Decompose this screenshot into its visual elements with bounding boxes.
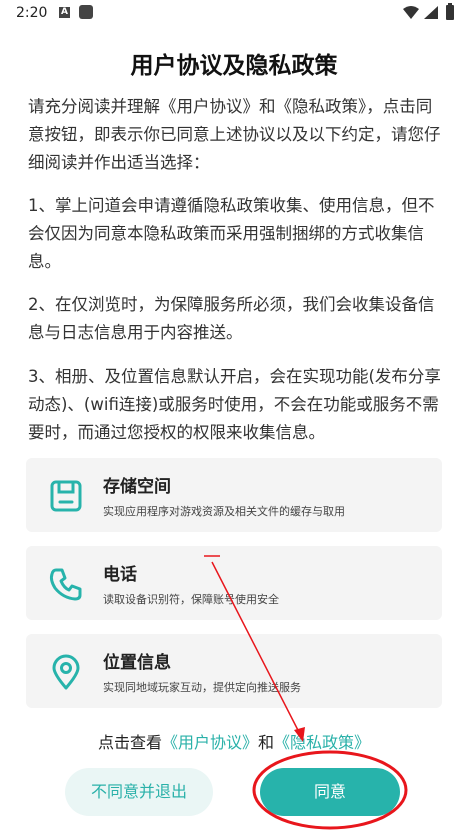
location-pin-icon bbox=[52, 654, 80, 690]
links-prefix: 点击查看 bbox=[97, 733, 162, 752]
agreement-paragraph-2: 2、在仅浏览时，为保障服务所必须，我们会收集设备信息与日志信息用于内容推送。 bbox=[28, 295, 435, 342]
permission-desc: 实现应用程序对游戏资源及相关文件的缓存与取用 bbox=[103, 505, 345, 518]
permission-title: 存储空间 bbox=[103, 477, 171, 497]
permission-title: 位置信息 bbox=[103, 653, 171, 673]
permission-desc: 读取设备识别符，保障账号使用安全 bbox=[103, 593, 279, 606]
dialog-title: 用户协议及隐私政策 bbox=[130, 53, 338, 79]
agreement-paragraph-3: 3、相册、及位置信息默认开启，会在实现功能(发布分享动态)、(wifi连接)或服… bbox=[28, 367, 441, 442]
permission-desc: 实现同地域玩家互动，提供定向推送服务 bbox=[103, 681, 301, 694]
permission-card-phone: 电话 读取设备识别符，保障账号使用安全 bbox=[26, 546, 442, 620]
phone-icon bbox=[49, 568, 82, 601]
permission-card-location: 位置信息 实现同地域玩家互动，提供定向推送服务 bbox=[26, 634, 442, 708]
agree-button[interactable]: 同意 bbox=[260, 768, 400, 816]
privacy-policy-link[interactable]: 《隐私政策》 bbox=[274, 733, 370, 752]
storage-icon bbox=[50, 480, 82, 512]
agreement-paragraph-intro: 请充分阅读并理解《用户协议》和《隐私政策》，点击同意按钮，即表示你已同意上述协议… bbox=[28, 97, 441, 172]
agreement-scroll-area[interactable]: 用户协议及隐私政策 请充分阅读并理解《用户协议》和《隐私政策》，点击同意按钮，即… bbox=[0, 0, 468, 442]
permission-card-storage: 存储空间 实现应用程序对游戏资源及相关文件的缓存与取用 bbox=[26, 458, 442, 532]
links-connector: 和 bbox=[258, 733, 275, 752]
agreement-links: 点击查看《用户协议》和《隐私政策》 bbox=[0, 729, 468, 753]
agreement-paragraph-1: 1、掌上问道会申请遵循隐私政策收集、使用信息，但不会仅因为同意本隐私政策而采用强… bbox=[28, 196, 435, 271]
decline-exit-button[interactable]: 不同意并退出 bbox=[65, 768, 213, 816]
user-agreement-link[interactable]: 《用户协议》 bbox=[162, 733, 258, 752]
permission-title: 电话 bbox=[103, 565, 137, 585]
